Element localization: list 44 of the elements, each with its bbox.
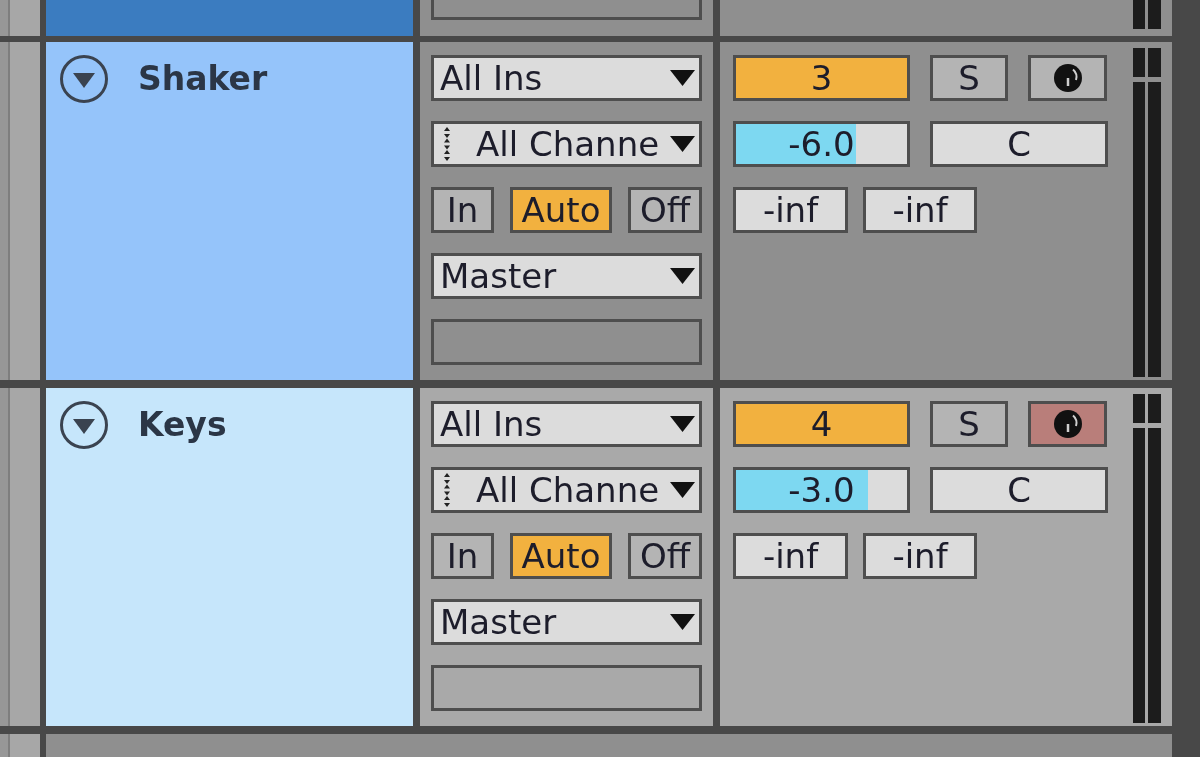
pan-control[interactable]: C bbox=[930, 467, 1108, 513]
monitor-mode-button[interactable]: Off bbox=[628, 187, 702, 233]
vertical-dots-icon bbox=[443, 473, 451, 507]
monitor-mode-button[interactable]: Off bbox=[628, 533, 702, 579]
caret-down-icon bbox=[670, 614, 695, 630]
input-channel-dropdown[interactable]: All Channe bbox=[431, 467, 702, 513]
arm-button[interactable] bbox=[1028, 55, 1107, 101]
track-activator-button[interactable]: 3 bbox=[733, 55, 910, 101]
clock-icon bbox=[1053, 410, 1082, 438]
vertical-dots-icon bbox=[443, 127, 451, 161]
peak-level-display: -inf bbox=[733, 533, 848, 579]
output-channel-field[interactable] bbox=[431, 0, 702, 20]
input-type-dropdown[interactable]: All Ins bbox=[431, 55, 702, 101]
volume-slider[interactable]: -6.0 bbox=[733, 121, 910, 167]
solo-button[interactable]: S bbox=[930, 401, 1008, 447]
monitor-mode-button[interactable]: Auto bbox=[510, 187, 612, 233]
peak-level-display: -inf bbox=[733, 187, 848, 233]
monitor-mode-button[interactable]: Auto bbox=[510, 533, 612, 579]
output-channel-field[interactable] bbox=[431, 665, 702, 711]
monitor-mode-button[interactable]: In bbox=[431, 187, 494, 233]
input-type-dropdown[interactable]: All Ins bbox=[431, 401, 702, 447]
input-channel-dropdown[interactable]: All Channe bbox=[431, 121, 702, 167]
track-activator-button[interactable]: 4 bbox=[733, 401, 910, 447]
caret-down-icon bbox=[670, 416, 695, 432]
caret-down-icon bbox=[670, 482, 695, 498]
clock-icon bbox=[1053, 64, 1082, 92]
volume-slider[interactable]: -3.0 bbox=[733, 467, 910, 513]
solo-button[interactable]: S bbox=[930, 55, 1008, 101]
pan-control[interactable]: C bbox=[930, 121, 1108, 167]
caret-down-icon bbox=[670, 70, 695, 86]
output-type-dropdown[interactable]: Master bbox=[431, 253, 702, 299]
caret-down-icon bbox=[670, 268, 695, 284]
track-name: Keys bbox=[138, 404, 227, 446]
peak-level-display: -inf bbox=[863, 533, 977, 579]
output-channel-field[interactable] bbox=[431, 319, 702, 365]
track-gutter bbox=[0, 0, 40, 36]
caret-down-icon bbox=[670, 136, 695, 152]
arm-button[interactable] bbox=[1028, 401, 1107, 447]
track-gutter bbox=[0, 734, 40, 757]
monitor-mode-button[interactable]: In bbox=[431, 533, 494, 579]
peak-level-display: -inf bbox=[863, 187, 977, 233]
output-type-dropdown[interactable]: Master bbox=[431, 599, 702, 645]
track-name: Shaker bbox=[138, 58, 268, 100]
level-meter bbox=[1133, 0, 1161, 29]
